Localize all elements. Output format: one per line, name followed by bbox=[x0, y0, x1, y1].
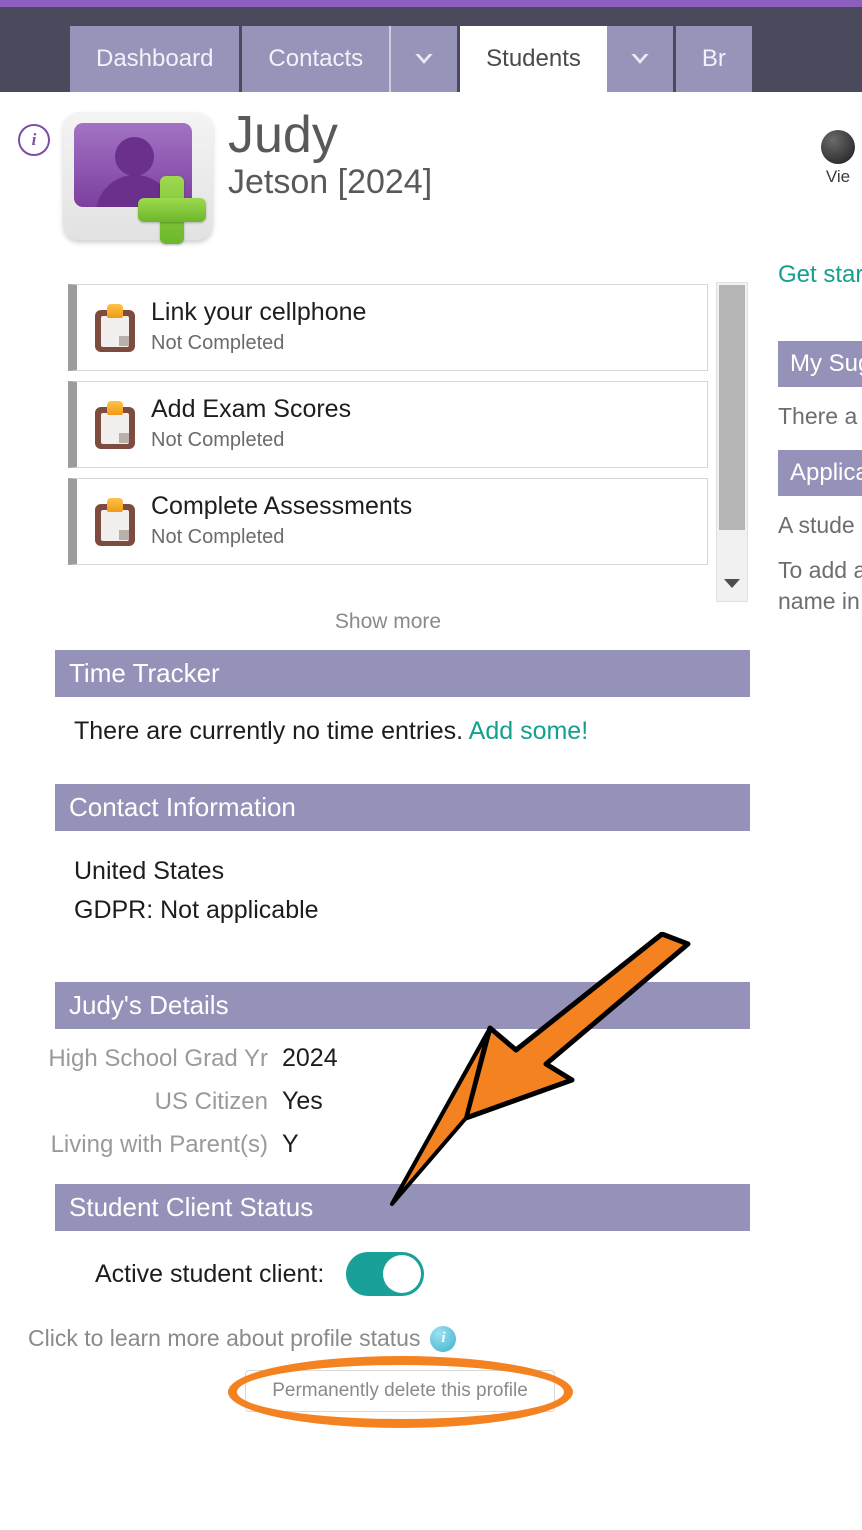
detail-value: Y bbox=[282, 1130, 299, 1158]
checklist-item-title: Link your cellphone bbox=[151, 298, 367, 326]
detail-value: Yes bbox=[282, 1087, 323, 1115]
nav-tab-students-label: Students bbox=[486, 45, 581, 72]
applications-heading: Applica bbox=[778, 450, 862, 497]
nav-tab-br[interactable]: Br bbox=[675, 26, 752, 92]
contact-information-heading: Contact Information bbox=[55, 784, 750, 831]
nav-tab-dashboard-label: Dashboard bbox=[96, 45, 214, 72]
contact-gdpr: GDPR: Not applicable bbox=[74, 895, 319, 924]
nav-tab-contacts[interactable]: Contacts bbox=[242, 26, 390, 92]
student-name-block: Judy Jetson [2024] bbox=[228, 106, 433, 202]
detail-row: Living with Parent(s) Y bbox=[0, 1130, 620, 1159]
profile-status-learn-more[interactable]: Click to learn more about profile status… bbox=[28, 1325, 457, 1352]
my-suggestions-text: There a bbox=[778, 403, 858, 429]
nav-tab-contacts-dropdown[interactable] bbox=[391, 26, 458, 92]
brand-accent-strip bbox=[0, 0, 862, 7]
detail-row: US Citizen Yes bbox=[0, 1087, 620, 1116]
time-tracker-add-link[interactable]: Add some! bbox=[469, 717, 589, 745]
nav-tab-students[interactable]: Students bbox=[460, 26, 607, 92]
right-avatar-block: Vie bbox=[778, 130, 862, 187]
detail-label: Living with Parent(s) bbox=[50, 1131, 268, 1158]
add-plus-icon bbox=[136, 174, 208, 246]
chevron-down-icon bbox=[415, 54, 433, 64]
detail-label: US Citizen bbox=[154, 1088, 268, 1115]
profile-status-learn-more-label: Click to learn more about profile status bbox=[28, 1325, 421, 1351]
page-content: i Judy Jetson [2024] Vie Get star My Sug… bbox=[0, 92, 862, 1530]
time-tracker-heading: Time Tracker bbox=[55, 650, 750, 697]
detail-label: High School Grad Yr bbox=[48, 1045, 268, 1072]
nav-tab-contacts-label: Contacts bbox=[268, 45, 364, 72]
checklist-item[interactable]: Add Exam Scores Not Completed bbox=[68, 381, 708, 468]
nav-tab-list: Dashboard Contacts Students Br bbox=[70, 26, 752, 92]
clipboard-icon bbox=[95, 303, 135, 352]
student-client-status-heading: Student Client Status bbox=[55, 1184, 750, 1231]
active-student-client-row: Active student client: bbox=[95, 1252, 425, 1296]
right-sidebar: Vie Get star My Sug There a Applica A st… bbox=[778, 92, 862, 617]
main-navbar: Dashboard Contacts Students Br bbox=[0, 7, 862, 92]
detail-value: 2024 bbox=[282, 1044, 338, 1072]
show-more-link[interactable]: Show more bbox=[68, 610, 708, 634]
avatar-head bbox=[115, 137, 154, 176]
clipboard-icon bbox=[95, 400, 135, 449]
my-suggestions-heading: My Sug bbox=[778, 341, 862, 387]
user-photo-icon[interactable] bbox=[821, 130, 855, 164]
student-details-heading: Judy's Details bbox=[55, 982, 750, 1029]
onboarding-checklist: Link your cellphone Not Completed Add Ex… bbox=[68, 284, 708, 575]
applications-text: A stude bbox=[778, 512, 855, 539]
contact-country: United States bbox=[74, 857, 225, 885]
nav-tab-br-label: Br bbox=[701, 45, 726, 72]
clipboard-icon bbox=[95, 497, 135, 546]
contact-information-body: United States GDPR: Not applicable bbox=[74, 852, 319, 930]
checklist-clipped-text bbox=[150, 264, 670, 282]
detail-row: High School Grad Yr 2024 bbox=[0, 1044, 620, 1073]
right-view-label: Vie bbox=[825, 167, 851, 186]
toggle-knob bbox=[383, 1255, 422, 1293]
checklist-item[interactable]: Complete Assessments Not Completed bbox=[68, 478, 708, 565]
checklist-item-title: Complete Assessments bbox=[151, 492, 413, 520]
active-student-client-label: Active student client: bbox=[95, 1259, 325, 1288]
time-tracker-body: There are currently no time entries. Add… bbox=[74, 712, 588, 751]
checklist-item-status: Not Completed bbox=[151, 429, 285, 451]
scroll-down-arrow-icon[interactable] bbox=[717, 569, 747, 597]
permanently-delete-profile-button[interactable]: Permanently delete this profile bbox=[245, 1370, 555, 1412]
student-last-name: Jetson [2024] bbox=[228, 163, 433, 202]
checklist-scrollbar[interactable] bbox=[716, 282, 748, 602]
student-details-body: High School Grad Yr 2024 US Citizen Yes … bbox=[0, 1044, 620, 1173]
checklist-item[interactable]: Link your cellphone Not Completed bbox=[68, 284, 708, 371]
nav-tab-students-dropdown[interactable] bbox=[606, 26, 673, 92]
page-info-icon[interactable]: i bbox=[18, 124, 50, 156]
student-first-name: Judy bbox=[228, 106, 338, 164]
time-tracker-empty-text: There are currently no time entries. bbox=[74, 717, 464, 745]
add-person-avatar-icon[interactable] bbox=[58, 112, 218, 247]
checklist-item-status: Not Completed bbox=[151, 332, 285, 354]
nav-tab-dashboard[interactable]: Dashboard bbox=[70, 26, 240, 92]
get-started-link[interactable]: Get star bbox=[778, 261, 862, 289]
applications-text-secondary: To add a name in bbox=[778, 557, 862, 615]
checklist-item-title: Add Exam Scores bbox=[151, 395, 352, 423]
active-student-client-toggle[interactable] bbox=[346, 1252, 425, 1296]
checklist-item-status: Not Completed bbox=[151, 526, 285, 548]
chevron-down-icon bbox=[631, 54, 649, 64]
scrollbar-thumb[interactable] bbox=[719, 285, 745, 530]
info-circle-icon[interactable]: i bbox=[430, 1325, 457, 1352]
